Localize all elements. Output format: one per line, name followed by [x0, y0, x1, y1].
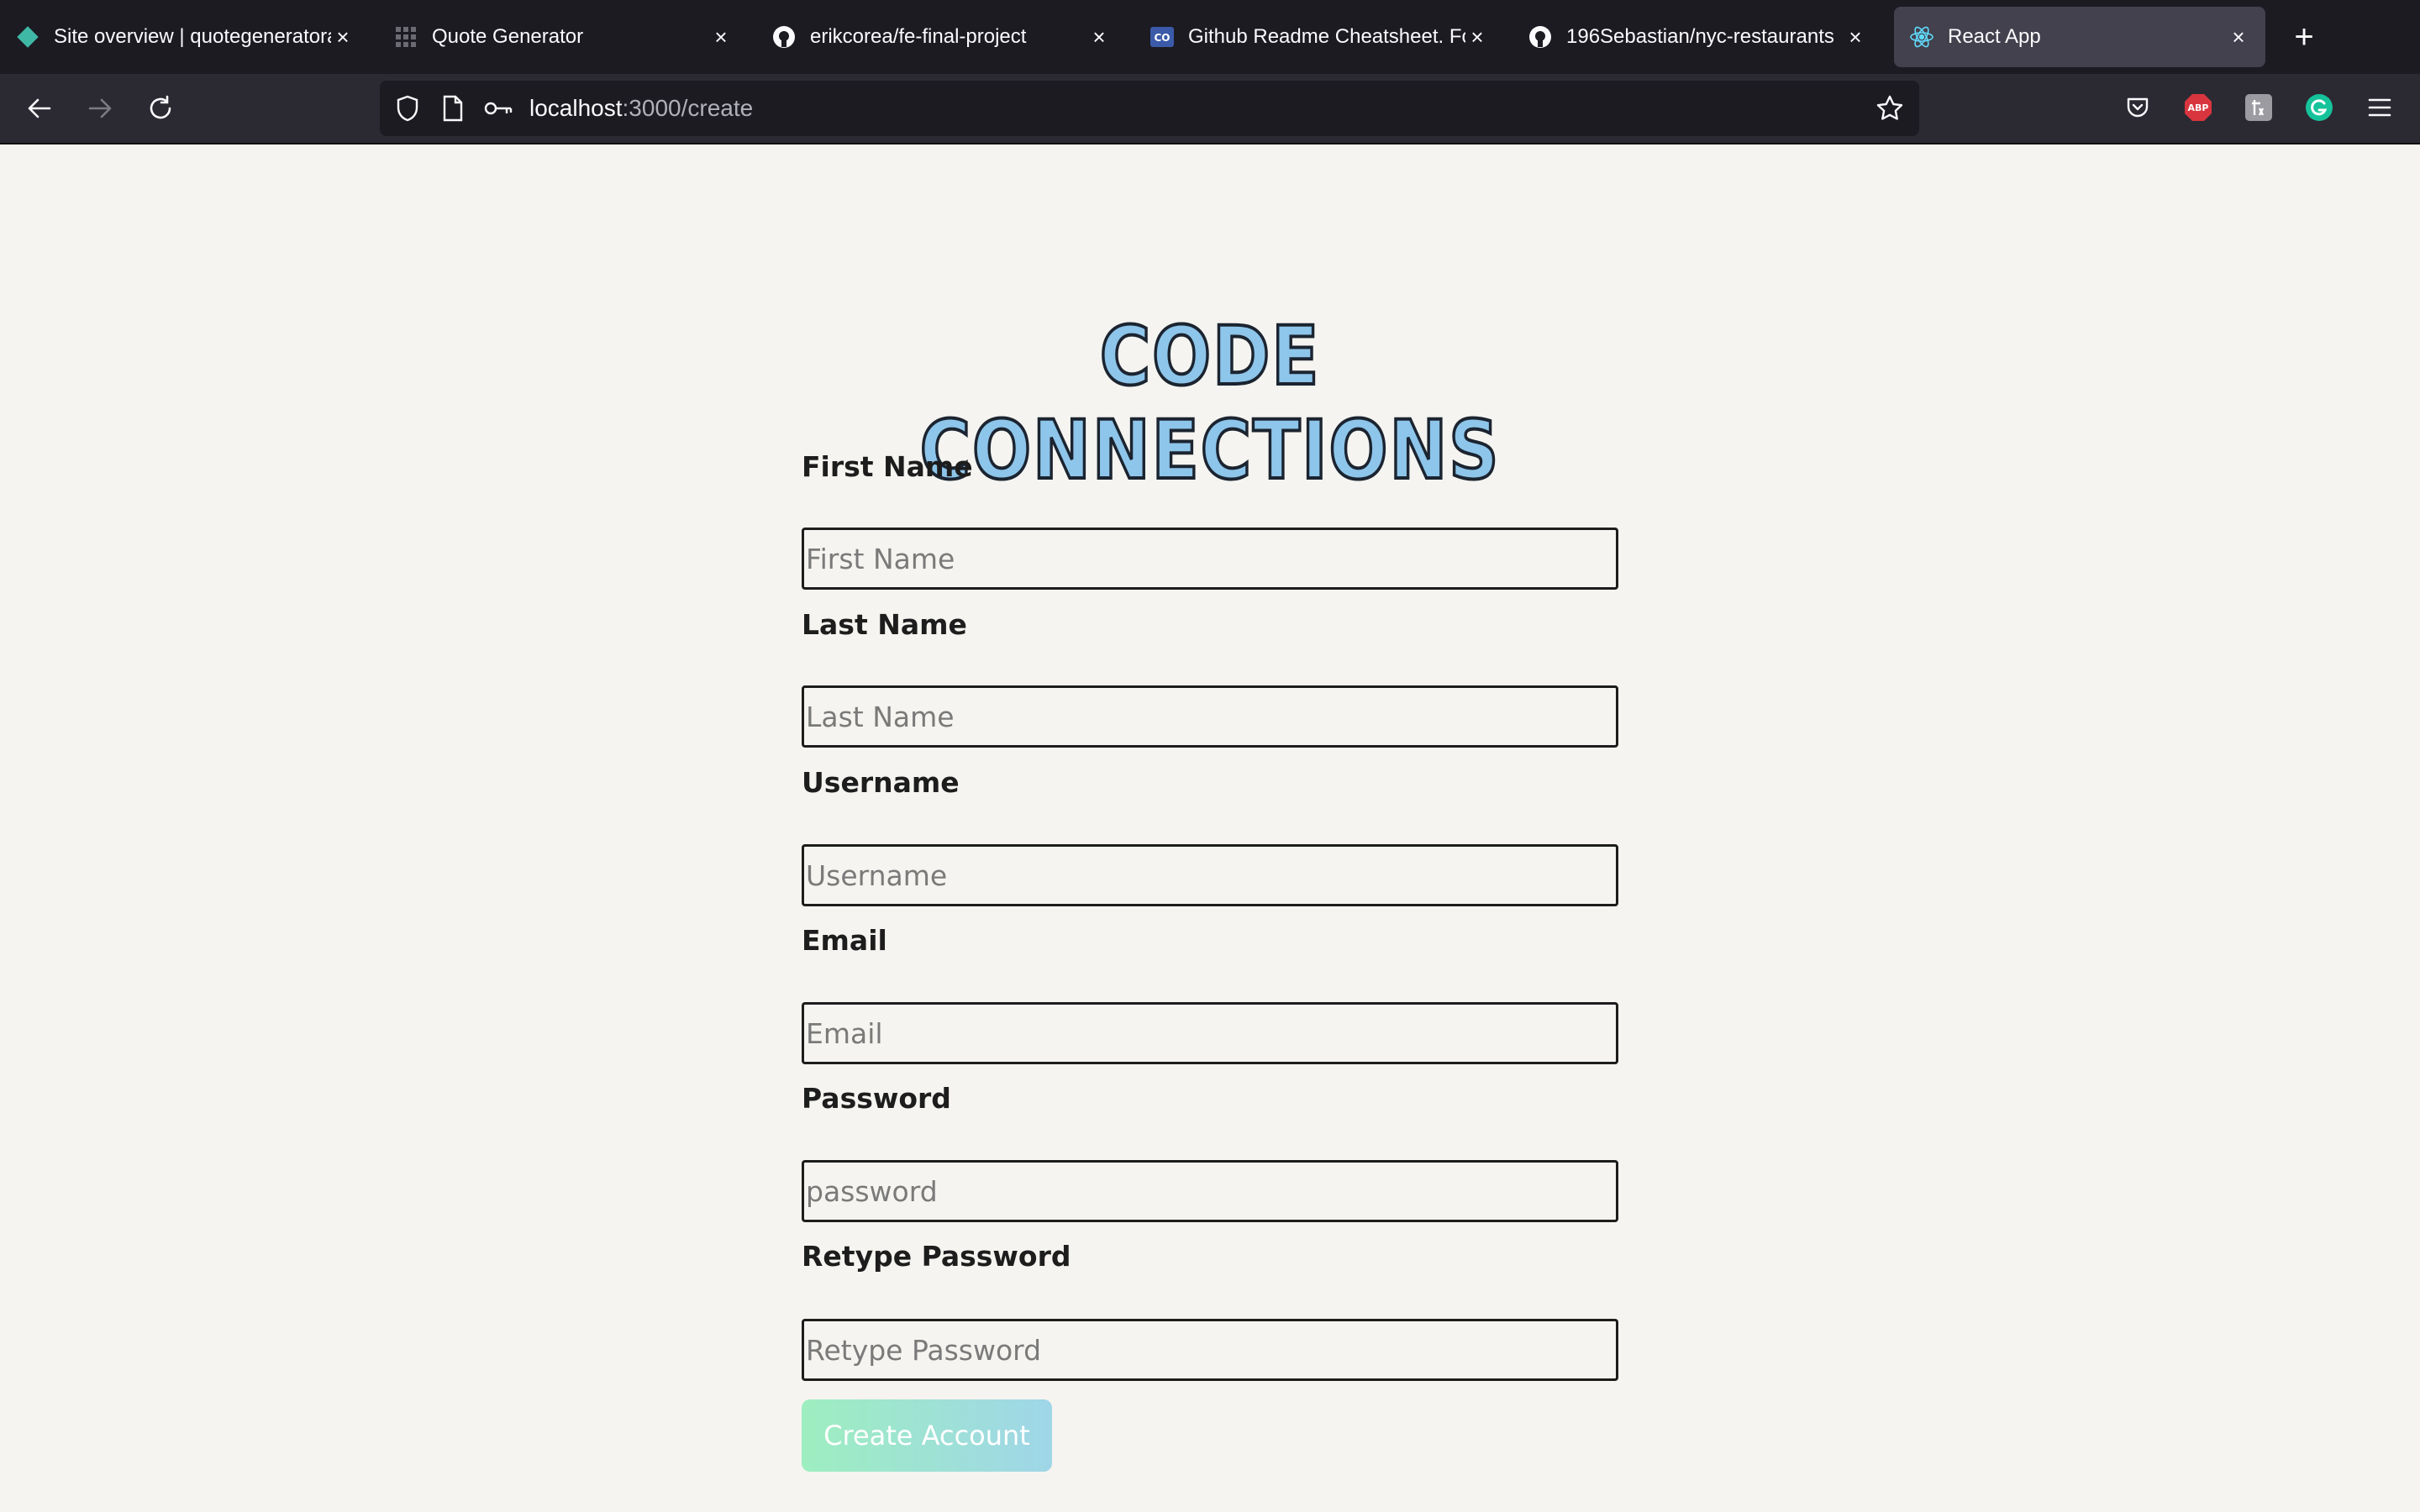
key-icon[interactable]: [482, 92, 514, 124]
close-icon[interactable]: ×: [2227, 24, 2250, 50]
password-input[interactable]: [802, 1160, 1618, 1222]
bookmark-star-icon[interactable]: [1874, 92, 1906, 124]
tab-title: Site overview | quotegeneratora: [54, 25, 331, 48]
adblock-plus-icon[interactable]: ABP: [2178, 87, 2218, 128]
first-name-label: First Name: [802, 450, 973, 483]
close-icon[interactable]: ×: [709, 24, 733, 50]
last-name-input[interactable]: [802, 685, 1618, 748]
adblock-label: ABP: [2188, 102, 2209, 113]
tab-quote-generator[interactable]: Quote Generator ×: [378, 7, 748, 67]
grid-icon: [393, 24, 418, 50]
arrow-right-icon: [88, 98, 112, 118]
create-account-button[interactable]: Create Account: [802, 1399, 1052, 1472]
tab-react-app[interactable]: React App ×: [1894, 7, 2265, 67]
url-host: localhost: [529, 95, 623, 121]
close-icon[interactable]: ×: [1844, 24, 1867, 50]
codementor-icon: CO: [1150, 24, 1175, 50]
menu-icon[interactable]: [2360, 87, 2400, 128]
tab-title: erikcorea/fe-final-project: [810, 25, 1027, 48]
grammarly-icon[interactable]: [2299, 87, 2339, 128]
username-label: Username: [802, 766, 960, 799]
tab-nyc-restaurants[interactable]: 196Sebastian/nyc-restaurants ×: [1512, 7, 1882, 67]
close-icon[interactable]: ×: [331, 24, 355, 50]
reload-icon: [150, 95, 171, 119]
tab-title: 196Sebastian/nyc-restaurants: [1566, 25, 1834, 48]
tab-site-overview[interactable]: Site overview | quotegeneratora ×: [0, 7, 370, 67]
retype-password-input[interactable]: [802, 1319, 1618, 1381]
new-tab-button[interactable]: +: [2282, 15, 2326, 59]
back-button[interactable]: [17, 86, 62, 131]
page-content: CODE CONNECTIONS First Name Last Name Us…: [0, 144, 2420, 1512]
tab-title: React App: [1948, 25, 2041, 48]
react-icon: [1909, 24, 1934, 50]
url-text[interactable]: localhost:3000/create: [529, 95, 753, 122]
retype-password-label: Retype Password: [802, 1240, 1071, 1273]
close-icon[interactable]: ×: [1087, 24, 1111, 50]
tab-strip: Site overview | quotegeneratora × Quote …: [0, 0, 2420, 74]
email-label: Email: [802, 924, 887, 957]
page-icon[interactable]: [437, 92, 469, 124]
url-bar[interactable]: localhost:3000/create: [380, 81, 1919, 136]
tab-fe-final-project[interactable]: erikcorea/fe-final-project ×: [756, 7, 1126, 67]
forward-button[interactable]: [77, 86, 123, 131]
github-icon: [771, 24, 797, 50]
reload-button[interactable]: [138, 86, 183, 131]
email-input[interactable]: [802, 1002, 1618, 1064]
github-icon: [1528, 24, 1553, 50]
netlify-icon: [15, 24, 40, 50]
tab-readme-cheatsheet[interactable]: CO Github Readme Cheatsheet. For ×: [1134, 7, 1504, 67]
last-name-label: Last Name: [802, 608, 967, 641]
url-path: :3000/create: [622, 95, 754, 121]
close-icon[interactable]: ×: [1465, 24, 1489, 50]
password-label: Password: [802, 1082, 951, 1115]
username-input[interactable]: [802, 844, 1618, 906]
tab-title: Github Readme Cheatsheet. For: [1188, 25, 1465, 48]
svg-text:CO: CO: [1154, 32, 1170, 44]
translate-extension-icon[interactable]: [2238, 87, 2279, 128]
tab-title: Quote Generator: [432, 25, 584, 48]
shield-icon[interactable]: [392, 92, 424, 124]
pocket-icon[interactable]: [2118, 87, 2158, 128]
first-name-input[interactable]: [802, 528, 1618, 590]
navigation-toolbar: localhost:3000/create ABP: [0, 74, 2420, 144]
arrow-left-icon: [28, 98, 51, 118]
